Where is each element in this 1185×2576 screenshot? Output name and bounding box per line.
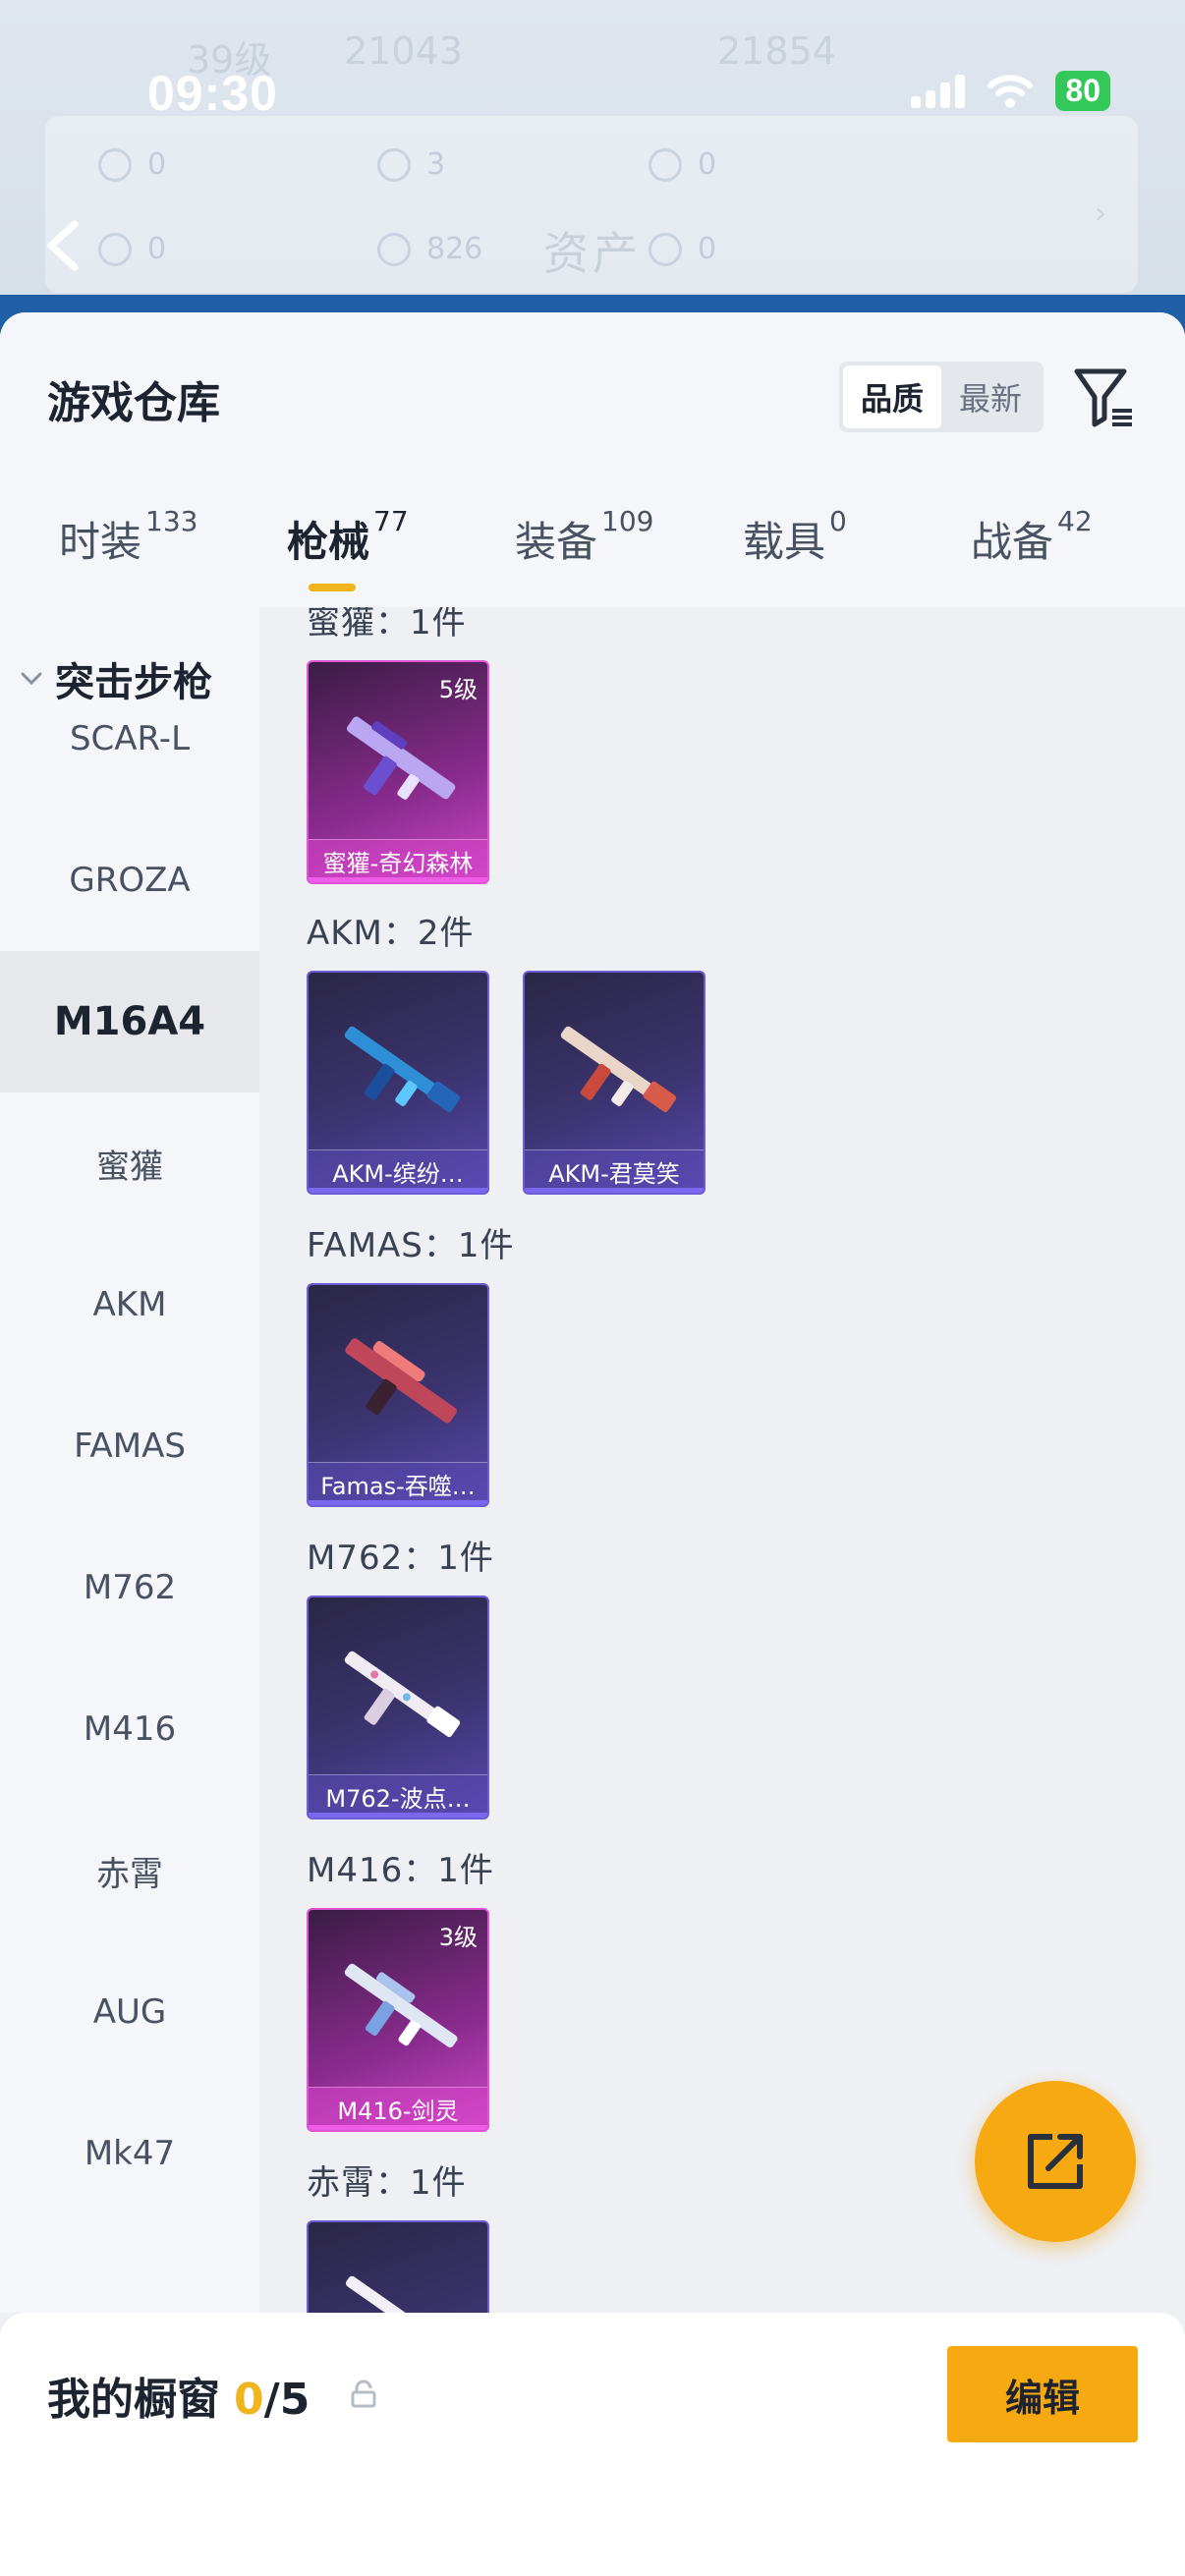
- showcase-total: /5: [263, 2375, 310, 2425]
- background-header: 39级 21043 21854 0 3 0 0 826 0 资产 ›: [0, 0, 1185, 324]
- gun-skin-icon: [560, 1026, 677, 1112]
- side-item-aug[interactable]: AUG: [0, 1941, 259, 2083]
- section-title: AKM：2件: [307, 914, 475, 953]
- wifi-icon: [988, 74, 1034, 108]
- section-title: FAMAS：1件: [307, 1226, 515, 1265]
- section-title: M762：1件: [307, 1539, 494, 1578]
- skin-card[interactable]: AKM-君莫笑: [523, 971, 705, 1195]
- showcase-bar: 我的橱窗 0 /5 编辑: [0, 2313, 1185, 2576]
- active-tab-indicator: [309, 584, 356, 591]
- showcase-title-text: 我的橱窗: [47, 2375, 220, 2425]
- side-item-chixiao[interactable]: 赤霄: [0, 1800, 259, 1941]
- background-stat-b: 21854: [717, 29, 836, 73]
- warehouse-sheet: 游戏仓库 品质 最新 时装 133 枪械 77 装备 109 载具 0 战备 4…: [0, 312, 1185, 2576]
- gun-skin-icon: [345, 1338, 457, 1424]
- side-item-mk47[interactable]: Mk47: [0, 2083, 259, 2224]
- side-item-famas[interactable]: FAMAS: [0, 1375, 259, 1517]
- weapon-type-list: 突击步枪 SCAR-L GROZA M16A4 蜜獾 AKM FAMAS M76…: [0, 607, 259, 2313]
- skin-card[interactable]: AKM-缤纷…: [307, 971, 489, 1195]
- background-stat-2: 3: [377, 147, 445, 182]
- skin-content: 蜜獾：1件 5级 蜜獾-奇幻森林 AKM：2件 AKM-缤纷… AKM-君莫笑 …: [259, 607, 1185, 2313]
- skin-card[interactable]: Famas-吞噬…: [307, 1283, 489, 1507]
- side-item-honey-badger[interactable]: 蜜獾: [0, 1092, 259, 1234]
- background-title: 资产: [543, 227, 642, 280]
- side-item-m416[interactable]: M416: [0, 1658, 259, 1800]
- skin-card[interactable]: 5级 蜜獾-奇幻森林: [307, 660, 489, 884]
- tab-vehicles[interactable]: 载具 0: [743, 505, 847, 607]
- sort-latest-button[interactable]: 最新: [941, 365, 1040, 428]
- skin-name: AKM-缤纷…: [309, 1149, 487, 1193]
- battery-indicator: 80: [1055, 71, 1110, 111]
- skin-card[interactable]: M762-波点…: [307, 1596, 489, 1820]
- side-item-akm[interactable]: AKM: [0, 1234, 259, 1375]
- filter-icon[interactable]: [1071, 362, 1136, 432]
- background-stat-3: 0: [649, 147, 716, 182]
- section-title: 赤霄：1件: [307, 2163, 467, 2203]
- tab-fashion[interactable]: 时装 133: [59, 505, 198, 607]
- gun-skin-icon: [345, 2275, 458, 2313]
- showcase-title: 我的橱窗 0 /5: [47, 2364, 310, 2427]
- skin-name: AKM-君莫笑: [525, 1149, 704, 1193]
- side-item-scar-l[interactable]: SCAR-L: [0, 668, 259, 810]
- showcase-count: 0: [234, 2375, 264, 2425]
- background-stat-1: 0: [98, 147, 166, 182]
- lock-icon: [351, 2380, 376, 2408]
- category-tabs: 时装 133 枪械 77 装备 109 载具 0 战备 42: [0, 505, 1185, 607]
- signal-icon: [911, 74, 966, 108]
- sort-toggle: 品质 最新: [839, 362, 1044, 432]
- side-item-m762[interactable]: M762: [0, 1517, 259, 1658]
- chevron-right-icon: ›: [1095, 196, 1106, 231]
- back-arrow-icon[interactable]: [43, 218, 83, 273]
- gun-skin-icon: [344, 1651, 461, 1737]
- gun-skin-icon: [346, 716, 456, 800]
- skin-name: Famas-吞噬…: [309, 1462, 487, 1505]
- status-time: 09:30: [147, 66, 278, 121]
- sheet-header: 游戏仓库 品质 最新 时装 133 枪械 77 装备 109 载具 0 战备 4…: [0, 312, 1185, 607]
- section-title: M416：1件: [307, 1851, 494, 1890]
- gun-skin-icon: [344, 1026, 461, 1112]
- skin-name: 蜜獾-奇幻森林: [309, 839, 487, 882]
- share-button[interactable]: [975, 2081, 1136, 2242]
- background-stat-a: 21043: [344, 29, 463, 73]
- side-item-groza[interactable]: GROZA: [0, 810, 259, 951]
- skin-card[interactable]: [307, 2220, 489, 2313]
- side-item-m16a4[interactable]: M16A4: [0, 951, 259, 1092]
- gun-skin-icon: [344, 1963, 458, 2047]
- edit-button[interactable]: 编辑: [947, 2346, 1138, 2442]
- status-icons: 80: [911, 71, 1110, 111]
- tab-equipment[interactable]: 装备 109: [515, 505, 653, 607]
- tab-guns[interactable]: 枪械 77: [287, 505, 409, 607]
- page-title: 游戏仓库: [47, 378, 220, 428]
- section-title: 蜜獾：1件: [307, 607, 467, 643]
- share-icon: [1028, 2134, 1083, 2189]
- sort-quality-button[interactable]: 品质: [843, 365, 941, 428]
- skin-name: M762-波点…: [309, 1774, 487, 1818]
- skin-card[interactable]: 3级 M416-剑灵: [307, 1908, 489, 2132]
- skin-name: M416-剑灵: [309, 2087, 487, 2130]
- tab-gear[interactable]: 战备 42: [971, 505, 1093, 607]
